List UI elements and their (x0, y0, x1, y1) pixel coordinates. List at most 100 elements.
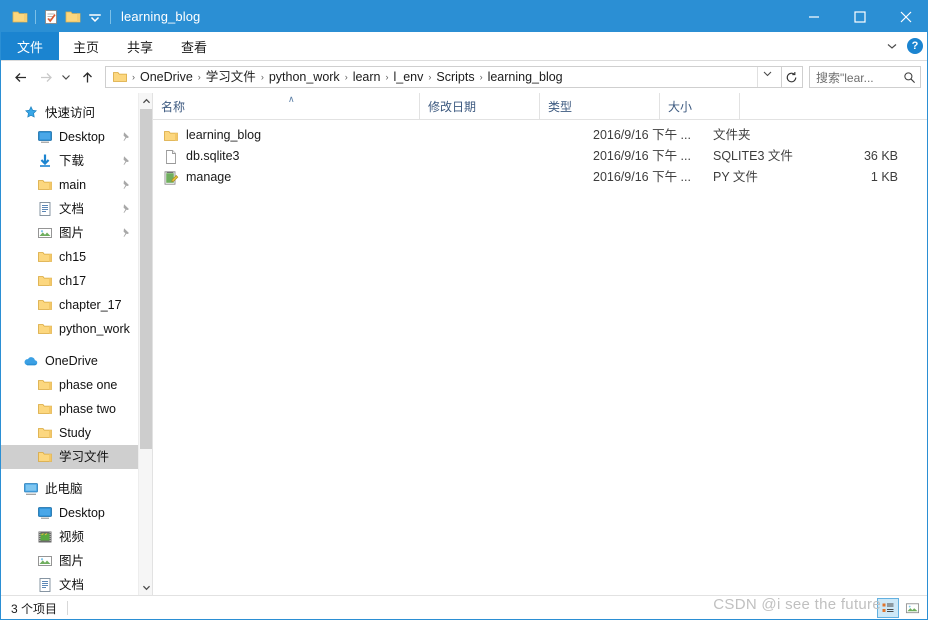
file-name-label: manage (186, 170, 232, 184)
main-content: 快速访问 Desktop 下载 main 文档 图片 ch15 ch17 cha… (1, 93, 927, 595)
customize-qat-chevron-icon[interactable] (84, 6, 106, 28)
back-button[interactable] (9, 65, 33, 89)
folder-icon (164, 130, 178, 141)
crumb-python-work[interactable]: python_work (265, 67, 344, 87)
address-bar: › OneDrive › 学习文件 › python_work › learn … (1, 61, 927, 94)
tab-file[interactable]: 文件 (1, 32, 60, 60)
sidebar-item-label: Desktop (59, 129, 105, 144)
column-header-name[interactable]: ∧ 名称 (153, 93, 433, 119)
sidebar-item-python-work[interactable]: python_work (1, 317, 139, 341)
large-icons-view-button[interactable] (901, 598, 923, 618)
tab-share[interactable]: 共享 (113, 32, 167, 60)
ribbon-right-controls: ? (885, 32, 923, 60)
navigation-pane-scrollbar[interactable] (138, 93, 153, 595)
crumb-learn[interactable]: learn (349, 67, 385, 87)
sidebar-group-label: OneDrive (45, 353, 98, 368)
sidebar-item-label: 学习文件 (59, 449, 110, 464)
chevron-down-icon[interactable] (885, 39, 899, 53)
pin-icon[interactable] (120, 203, 131, 217)
scroll-down-arrow-icon[interactable] (139, 579, 153, 595)
folder-icon[interactable] (9, 6, 31, 28)
help-icon[interactable]: ? (907, 38, 923, 54)
recent-locations-button[interactable] (57, 65, 75, 89)
file-name-cell[interactable]: manage (163, 167, 231, 188)
pin-icon[interactable] (120, 227, 131, 241)
sidebar-group-quick-access[interactable]: 快速访问 (1, 101, 139, 125)
file-name-cell[interactable]: db.sqlite3 (163, 146, 240, 167)
crumb-learning-blog[interactable]: learning_blog (484, 67, 567, 87)
column-header-spacer[interactable] (739, 93, 759, 119)
column-header-date[interactable]: 修改日期 (419, 93, 539, 119)
pictures-icon (38, 228, 52, 238)
minimize-button[interactable] (791, 1, 837, 32)
crumb-onedrive[interactable]: OneDrive (136, 67, 197, 87)
folder-icon (38, 252, 52, 262)
tab-home[interactable]: 主页 (59, 32, 113, 60)
folder-icon (38, 324, 52, 334)
crumb-xuexiwenjian[interactable]: 学习文件 (202, 67, 260, 87)
sidebar-item-chapter-17[interactable]: chapter_17 (1, 293, 139, 317)
up-button[interactable] (75, 65, 99, 89)
search-icon[interactable] (903, 71, 916, 84)
close-button[interactable] (883, 1, 927, 32)
sidebar-item-pc-pictures[interactable]: 图片 (1, 549, 139, 573)
navigation-tree: 快速访问 Desktop 下载 main 文档 图片 ch15 ch17 cha… (1, 93, 153, 595)
path-folder-icon (108, 69, 131, 85)
sidebar-item-pc-documents[interactable]: 文档 (1, 573, 139, 595)
breadcrumb-dropdown-icon[interactable] (757, 67, 779, 87)
table-row[interactable]: learning_blog 2016/9/16 下午 ... 文件夹 (153, 125, 927, 146)
search-input[interactable]: 搜索"lear... (816, 69, 903, 86)
pin-icon[interactable] (120, 179, 131, 193)
crumb-l-env[interactable]: l_env (389, 67, 427, 87)
sidebar-item-ch17[interactable]: ch17 (1, 269, 139, 293)
properties-icon[interactable] (40, 6, 62, 28)
folder-icon (38, 428, 52, 438)
column-header-label: 修改日期 (428, 99, 477, 114)
sidebar-group-onedrive[interactable]: OneDrive (1, 349, 139, 373)
sidebar-item-pc-desktop[interactable]: Desktop (1, 501, 139, 525)
table-row[interactable]: manage 2016/9/16 下午 ... PY 文件 1 KB (153, 167, 927, 188)
search-box[interactable]: 搜索"lear... (809, 66, 921, 88)
sidebar-item-desktop[interactable]: Desktop (1, 125, 139, 149)
maximize-button[interactable] (837, 1, 883, 32)
sidebar-group-this-pc[interactable]: 此电脑 (1, 477, 139, 501)
forward-button[interactable] (33, 65, 57, 89)
pin-icon[interactable] (120, 131, 131, 145)
quick-access-toolbar (1, 1, 115, 32)
sidebar-item-xuexiwenjian[interactable]: 学习文件 (1, 445, 153, 469)
sort-ascending-icon: ∧ (288, 94, 295, 104)
column-header-type[interactable]: 类型 (539, 93, 659, 119)
sidebar-item-documents[interactable]: 文档 (1, 197, 139, 221)
refresh-button[interactable] (781, 66, 803, 88)
onedrive-cloud-icon (24, 357, 38, 366)
column-header-size[interactable]: 大小 (659, 93, 739, 119)
sidebar-item-phase-one[interactable]: phase one (1, 373, 139, 397)
status-bar: 3 个项目 (1, 595, 927, 619)
scroll-up-arrow-icon[interactable] (139, 93, 153, 109)
details-view-button[interactable] (877, 598, 899, 618)
sidebar-item-label: 下载 (59, 153, 85, 168)
sidebar-item-main[interactable]: main (1, 173, 139, 197)
sidebar-item-study[interactable]: Study (1, 421, 139, 445)
sidebar-item-pictures[interactable]: 图片 (1, 221, 139, 245)
folder-icon (38, 380, 52, 390)
breadcrumb[interactable]: › OneDrive › 学习文件 › python_work › learn … (105, 66, 782, 88)
file-name-cell[interactable]: learning_blog (163, 125, 261, 146)
scrollbar-thumb[interactable] (140, 109, 152, 449)
star-pin-icon (25, 105, 37, 118)
sidebar-item-phase-two[interactable]: phase two (1, 397, 139, 421)
table-row[interactable]: db.sqlite3 2016/9/16 下午 ... SQLITE3 文件 3… (153, 146, 927, 167)
view-mode-buttons (877, 598, 923, 618)
tab-view[interactable]: 查看 (167, 32, 221, 60)
sidebar-item-videos[interactable]: 视频 (1, 525, 139, 549)
file-size-cell: 36 KB (863, 149, 898, 163)
sidebar-item-ch15[interactable]: ch15 (1, 245, 139, 269)
pin-icon[interactable] (120, 155, 131, 169)
new-folder-icon[interactable] (62, 6, 84, 28)
column-header-label: 类型 (548, 99, 573, 114)
crumb-scripts[interactable]: Scripts (432, 67, 478, 87)
sidebar-item-label: ch17 (59, 273, 87, 288)
generic-file-icon (166, 149, 176, 164)
sidebar-item-downloads[interactable]: 下载 (1, 149, 139, 173)
qat-separator-2 (110, 9, 111, 24)
